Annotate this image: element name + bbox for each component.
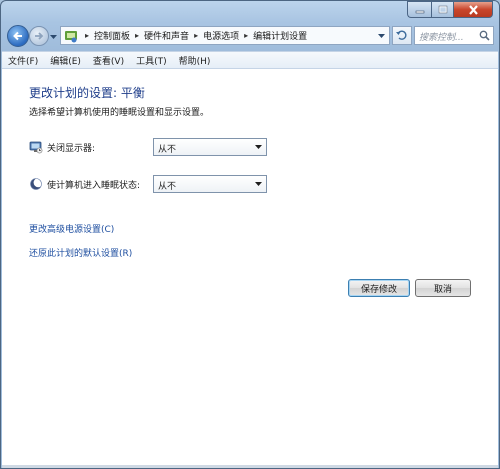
breadcrumb-control-panel[interactable]: 控制面板 xyxy=(94,29,130,42)
select-value: 从不 xyxy=(158,145,177,155)
breadcrumb-separator-icon: ▸ xyxy=(135,31,140,40)
save-changes-button[interactable]: 保存修改 xyxy=(348,279,410,297)
window-bottom-edge xyxy=(2,465,498,468)
cancel-button[interactable]: 取消 xyxy=(415,279,471,297)
navigation-bar: ▸ 控制面板 ▸ 硬件和声音 ▸ 电源选项 ▸ 编辑计划设置 搜索控制... xyxy=(1,24,499,48)
select-value: 从不 xyxy=(158,182,177,192)
advanced-power-settings-link[interactable]: 更改高级电源设置(C) xyxy=(29,222,114,235)
setting-label: 使计算机进入睡眠状态: xyxy=(47,181,141,191)
back-button[interactable] xyxy=(7,25,29,47)
close-button[interactable] xyxy=(453,1,493,18)
breadcrumb-separator-icon: ▸ xyxy=(194,31,199,40)
search-placeholder: 搜索控制... xyxy=(419,33,464,43)
breadcrumb-power-options[interactable]: 电源选项 xyxy=(203,29,239,42)
breadcrumb-hardware-sound[interactable]: 硬件和声音 xyxy=(144,29,189,42)
menu-bar: 文件(F) 编辑(E) 查看(V) 工具(T) 帮助(H) xyxy=(2,51,498,69)
search-input[interactable]: 搜索控制... xyxy=(414,26,494,45)
close-icon xyxy=(468,4,479,15)
menu-edit[interactable]: 编辑(E) xyxy=(44,54,87,67)
maximize-icon xyxy=(438,5,448,14)
breadcrumb-separator-icon: ▸ xyxy=(85,31,90,40)
menu-tools[interactable]: 工具(T) xyxy=(130,54,173,67)
menu-file[interactable]: 文件(F) xyxy=(2,54,44,67)
monitor-icon xyxy=(29,140,43,154)
setting-row-sleep: 使计算机进入睡眠状态: 从不 xyxy=(29,175,289,194)
sleep-select[interactable]: 从不 xyxy=(153,175,267,193)
refresh-icon xyxy=(393,30,411,47)
menu-view[interactable]: 查看(V) xyxy=(87,54,130,67)
menu-help[interactable]: 帮助(H) xyxy=(173,54,217,67)
minimize-icon xyxy=(415,6,425,14)
page-title: 更改计划的设置: 平衡 xyxy=(29,86,145,100)
caption-buttons xyxy=(407,1,493,18)
address-dropdown-icon[interactable] xyxy=(378,32,385,42)
breadcrumb-separator-icon: ▸ xyxy=(244,31,249,40)
address-bar[interactable]: ▸ 控制面板 ▸ 硬件和声音 ▸ 电源选项 ▸ 编辑计划设置 xyxy=(60,26,390,45)
setting-row-display-off: 关闭显示器: 从不 xyxy=(29,138,289,157)
control-panel-icon xyxy=(64,29,78,43)
setting-label: 关闭显示器: xyxy=(47,144,96,154)
page-subtitle: 选择希望计算机使用的睡眠设置和显示设置。 xyxy=(29,108,210,118)
recent-pages-dropdown-icon[interactable] xyxy=(50,33,57,43)
breadcrumb-edit-plan[interactable]: 编辑计划设置 xyxy=(253,29,307,42)
maximize-button[interactable] xyxy=(431,1,453,18)
minimize-button[interactable] xyxy=(407,1,431,18)
forward-button[interactable] xyxy=(29,26,49,46)
main-content: 更改计划的设置: 平衡 选择希望计算机使用的睡眠设置和显示设置。 关闭显示器: … xyxy=(2,69,498,468)
display-off-select[interactable]: 从不 xyxy=(153,138,267,156)
refresh-button[interactable] xyxy=(392,26,412,45)
moon-icon xyxy=(29,177,43,191)
window: ▸ 控制面板 ▸ 硬件和声音 ▸ 电源选项 ▸ 编辑计划设置 搜索控制... 文… xyxy=(0,0,500,469)
restore-defaults-link[interactable]: 还原此计划的默认设置(R) xyxy=(29,246,132,259)
